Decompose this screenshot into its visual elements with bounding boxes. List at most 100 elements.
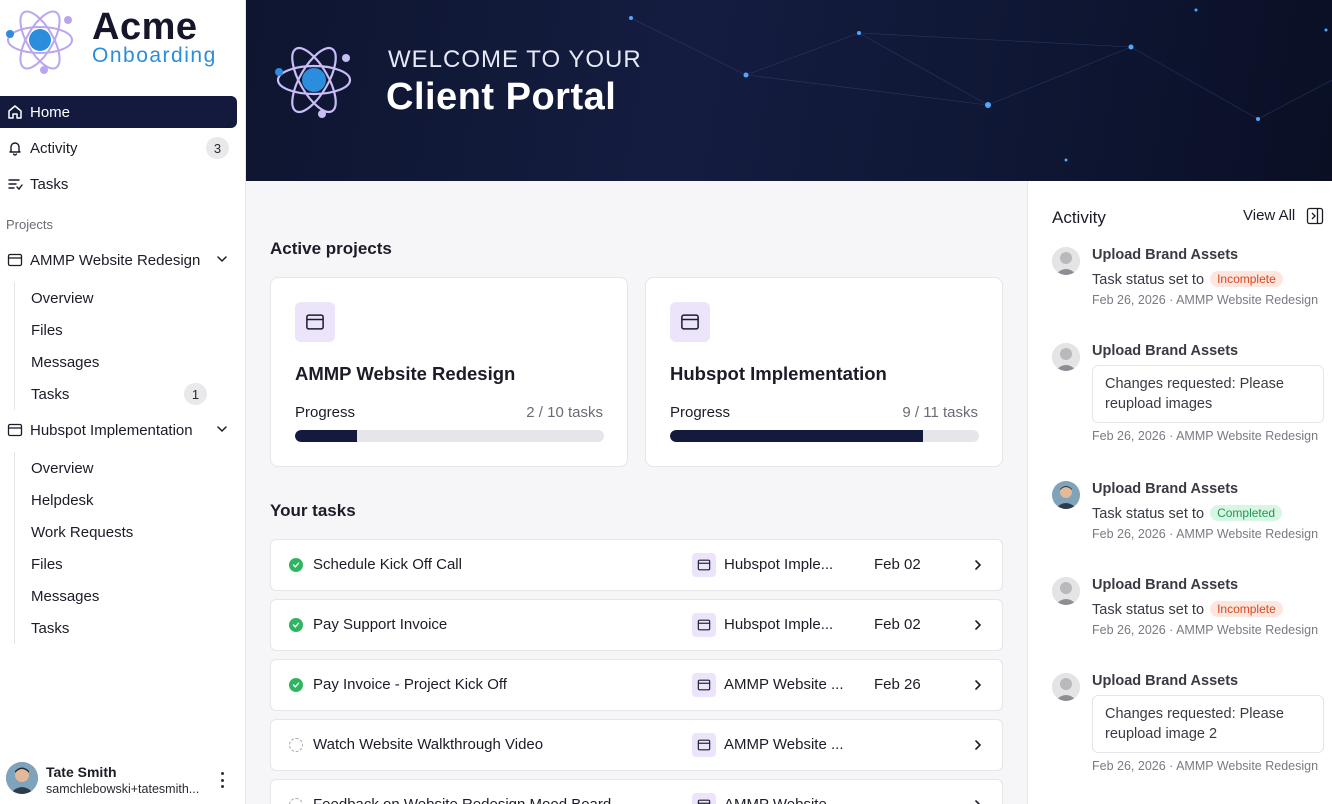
- nav-tasks[interactable]: Tasks: [0, 168, 237, 200]
- activity-meta: Feb 26, 2026 · AMMP Website Redesign: [1092, 623, 1319, 637]
- activity-text: Task status set to Incomplete: [1092, 271, 1283, 288]
- avatar: [1052, 673, 1080, 701]
- home-icon: [6, 103, 24, 121]
- activity-text: Task status set to Incomplete: [1092, 601, 1283, 618]
- user-profile[interactable]: Tate Smith samchlebowski+tatesmith...: [6, 760, 238, 800]
- activity-panel-title: Activity: [1052, 208, 1106, 227]
- check-circle-icon: [289, 618, 303, 632]
- progress-bar-fill: [670, 430, 923, 442]
- browser-window-icon: [692, 553, 716, 577]
- project-card-title: Hubspot Implementation: [670, 363, 887, 384]
- browser-window-icon: [692, 733, 716, 757]
- check-circle-icon: [289, 558, 303, 572]
- activity-meta: Feb 26, 2026 · AMMP Website Redesign: [1092, 759, 1319, 773]
- activity-panel: Activity View All Upload Brand Assets Tas…: [1027, 181, 1332, 804]
- banner-eyebrow: WELCOME TO YOUR: [388, 46, 642, 73]
- subnav-helpdesk[interactable]: Helpdesk: [15, 484, 213, 516]
- task-project: Hubspot Imple...: [724, 616, 834, 633]
- subnav-label: Files: [31, 555, 63, 573]
- avatar: [1052, 577, 1080, 605]
- activity-item[interactable]: Upload Brand Assets Task status set to Co…: [1052, 481, 1330, 551]
- subnav-files[interactable]: Files: [15, 314, 213, 346]
- avatar: [1052, 247, 1080, 275]
- activity-meta: Feb 26, 2026 · AMMP Website Redesign: [1092, 293, 1319, 307]
- chevron-right-icon[interactable]: [972, 738, 984, 756]
- brand-subtitle: Onboarding: [92, 44, 217, 67]
- avatar: [1052, 481, 1080, 509]
- task-row[interactable]: Feedback on Website Redesign Mood Board A…: [270, 779, 1003, 804]
- project-card[interactable]: Hubspot Implementation Progress 9 / 11 t…: [645, 277, 1003, 467]
- activity-item[interactable]: Upload Brand Assets Changes requested: Pl…: [1052, 343, 1330, 453]
- chevron-right-icon[interactable]: [972, 558, 984, 576]
- task-name: Schedule Kick Off Call: [313, 556, 462, 573]
- activity-item[interactable]: Upload Brand Assets Task status set to In…: [1052, 577, 1330, 647]
- activity-comment: Changes requested: Please reupload image…: [1092, 695, 1324, 753]
- subnav-overview[interactable]: Overview: [15, 282, 213, 314]
- task-row[interactable]: Pay Invoice - Project Kick Off AMMP Websi…: [270, 659, 1003, 711]
- your-tasks-heading: Your tasks: [270, 501, 356, 520]
- chevron-down-icon[interactable]: [215, 252, 229, 270]
- avatar: [6, 762, 38, 794]
- task-row[interactable]: Watch Website Walkthrough Video AMMP Webs…: [270, 719, 1003, 771]
- expand-panel-icon[interactable]: [1306, 207, 1324, 230]
- subnav-overview[interactable]: Overview: [15, 452, 213, 484]
- activity-item[interactable]: Upload Brand Assets Task status set to In…: [1052, 247, 1330, 317]
- chevron-right-icon[interactable]: [972, 678, 984, 696]
- project-ammp-website-redesign[interactable]: AMMP Website Redesign: [0, 244, 237, 276]
- pending-circle-icon: [289, 798, 303, 804]
- welcome-banner: WELCOME TO YOUR Client Portal: [246, 0, 1332, 181]
- progress-bar-fill: [295, 430, 357, 442]
- bell-icon: [6, 139, 24, 157]
- status-badge: Incomplete: [1210, 271, 1283, 287]
- atom-logo-icon: [275, 46, 352, 118]
- nav-tasks-label: Tasks: [30, 175, 69, 193]
- chevron-down-icon[interactable]: [215, 422, 229, 440]
- sidebar: Acme Onboarding Home Activity 3 Tasks Pr…: [0, 0, 246, 804]
- task-row[interactable]: Schedule Kick Off Call Hubspot Imple... Fe…: [270, 539, 1003, 591]
- activity-status-text: Task status set to: [1092, 602, 1205, 618]
- task-row[interactable]: Pay Support Invoice Hubspot Imple... Feb 0…: [270, 599, 1003, 651]
- progress-bar: [670, 430, 979, 442]
- task-project: AMMP Website ...: [724, 676, 844, 693]
- activity-item[interactable]: Upload Brand Assets Changes requested: Pl…: [1052, 673, 1330, 783]
- subnav-messages[interactable]: Messages: [15, 580, 213, 612]
- chevron-right-icon[interactable]: [972, 618, 984, 636]
- check-circle-icon: [289, 678, 303, 692]
- subnav-label: Overview: [31, 459, 94, 477]
- more-options-icon[interactable]: [214, 770, 230, 790]
- subnav-label: Overview: [31, 289, 94, 307]
- nav-home[interactable]: Home: [0, 96, 237, 128]
- nav-activity-label: Activity: [30, 139, 78, 157]
- browser-window-icon: [692, 613, 716, 637]
- subnav-tasks[interactable]: Tasks: [15, 612, 213, 644]
- project-hubspot-subnav: Overview Helpdesk Work Requests Files Me…: [14, 452, 213, 644]
- activity-title: Upload Brand Assets: [1092, 481, 1239, 497]
- activity-count-badge: 3: [206, 137, 229, 159]
- banner-title: Client Portal: [386, 76, 617, 118]
- progress-label: Progress: [670, 404, 731, 421]
- project-card[interactable]: AMMP Website Redesign Progress 2 / 10 ta…: [270, 277, 628, 467]
- nav-activity[interactable]: Activity 3: [0, 132, 237, 164]
- task-name: Pay Support Invoice: [313, 616, 448, 633]
- activity-meta: Feb 26, 2026 · AMMP Website Redesign: [1092, 527, 1319, 541]
- subnav-work-requests[interactable]: Work Requests: [15, 516, 213, 548]
- browser-window-icon: [692, 793, 716, 804]
- chevron-right-icon[interactable]: [972, 798, 984, 804]
- user-name: Tate Smith: [46, 764, 117, 780]
- status-badge: Completed: [1210, 505, 1283, 521]
- active-projects-heading: Active projects: [270, 239, 392, 258]
- view-all-link[interactable]: View All: [1243, 207, 1295, 224]
- subnav-files[interactable]: Files: [15, 548, 213, 580]
- atom-logo-icon: [6, 10, 73, 74]
- subnav-label: Tasks: [31, 619, 70, 637]
- project-hubspot-implementation[interactable]: Hubspot Implementation: [0, 414, 237, 446]
- subnav-tasks[interactable]: Tasks 1: [15, 378, 213, 410]
- browser-window-icon: [692, 673, 716, 697]
- browser-window-icon: [670, 302, 710, 342]
- brand-logo[interactable]: Acme Onboarding: [4, 4, 234, 76]
- tasks-count-badge: 1: [184, 383, 207, 405]
- status-badge: Incomplete: [1210, 601, 1283, 617]
- activity-status-text: Task status set to: [1092, 272, 1205, 288]
- progress-bar: [295, 430, 604, 442]
- subnav-messages[interactable]: Messages: [15, 346, 213, 378]
